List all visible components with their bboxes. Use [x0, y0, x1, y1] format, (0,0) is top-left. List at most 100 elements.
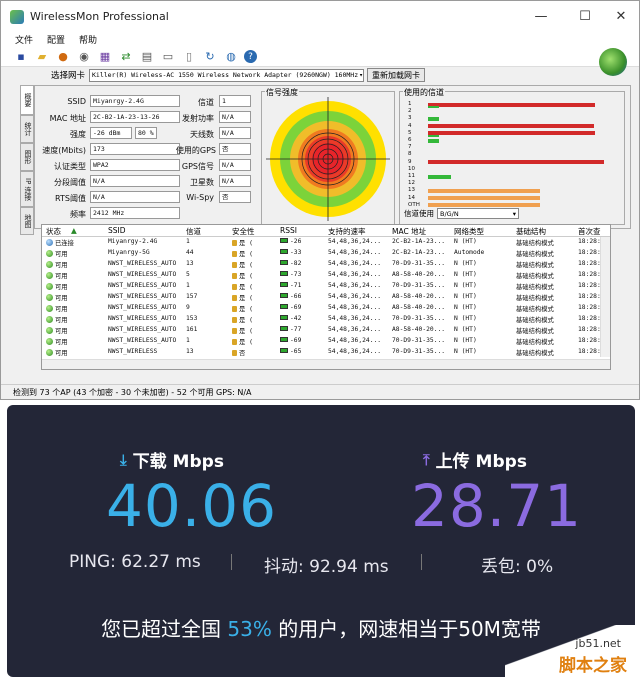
table-cell: -71: [290, 282, 302, 289]
vertical-scrollbar[interactable]: [600, 237, 610, 357]
table-row[interactable]: 可用 NWST_WIRELESS_AUTO 153 是 (-42 54,48,36,24…: [42, 314, 610, 325]
table-cell-wrap: A8-58-40-20...: [392, 326, 452, 333]
channel-bar-green: [428, 116, 439, 121]
connect-icon[interactable]: ⇄: [118, 49, 134, 64]
menu-file[interactable]: 文件: [15, 33, 33, 46]
table-cell: 是 (: [239, 339, 253, 346]
table-cell-wrap: N (HT): [454, 315, 514, 322]
table-cell-wrap: 可用: [46, 315, 106, 324]
channel-use-select[interactable]: B/G/N ▾: [437, 208, 519, 219]
tab-stats[interactable]: 统计: [20, 115, 34, 143]
table-cell: 2C-B2-1A-23...: [392, 238, 446, 245]
table-cell-wrap: N (HT): [454, 271, 514, 278]
table-row[interactable]: 可用 NWST_WIRELESS_AUTO 13 是 (-82 54,48,36,24.…: [42, 259, 610, 270]
close-button[interactable]: ✕: [601, 1, 640, 32]
tab-graph[interactable]: 图形: [20, 143, 34, 171]
status-icon: [46, 305, 53, 312]
lock-icon: [232, 251, 237, 257]
table-cell-wrap: -82: [280, 260, 326, 267]
column-header[interactable]: 信道: [186, 226, 201, 237]
table-cell-wrap: 是 (: [232, 282, 278, 291]
table-cell: 是 (: [239, 295, 253, 302]
table-cell: 1: [186, 282, 190, 289]
maximize-button[interactable]: ☐: [565, 1, 605, 32]
help-icon[interactable]: ?: [244, 50, 257, 63]
column-header[interactable]: 安全性: [232, 226, 255, 237]
table-cell-wrap: N (HT): [454, 260, 514, 267]
strength-label: 强度: [70, 130, 86, 139]
reload-adapter-button[interactable]: 重新加载网卡: [367, 68, 426, 82]
table-cell: 54,48,36,24...: [328, 304, 382, 311]
table-cell-wrap: 可用: [46, 260, 106, 269]
table-header: 状态 ▲ SSID 信道 安全性 RSSI 支持的速率 MAC 地址 网络类型 基础结构 首次查: [42, 225, 610, 237]
table-cell: 70-D9-31-35...: [392, 315, 446, 322]
column-header[interactable]: 基础结构: [516, 226, 546, 237]
column-header[interactable]: 网络类型: [454, 226, 484, 237]
column-header[interactable]: SSID: [108, 226, 126, 235]
channel-use-row: 信道使用 B/G/N ▾: [404, 208, 519, 219]
horizontal-scrollbar[interactable]: [42, 359, 610, 369]
column-header[interactable]: 状态: [46, 226, 61, 237]
stop-icon[interactable]: ◉: [76, 49, 92, 64]
table-cell-wrap: -33: [280, 249, 326, 256]
status-icon: [46, 250, 53, 257]
usegps-value: 否: [219, 143, 251, 155]
minimize-button[interactable]: —: [521, 1, 561, 32]
menu-help[interactable]: 帮助: [79, 33, 97, 46]
column-header[interactable]: RSSI: [280, 226, 297, 235]
table-row[interactable]: 可用 NWST_WIRELESS_AUTO 157 是 (-66 54,48,36,24…: [42, 292, 610, 303]
table-row[interactable]: 可用 NWST_WIRELESS_AUTO 5 是 (-73 54,48,36,24..…: [42, 270, 610, 281]
clipboard-icon[interactable]: ▯: [181, 49, 197, 64]
speedtest-panel: ⤓ 下载 Mbps 40.06 ⤒ 上传 Mbps 28.71 PING: 62…: [7, 405, 635, 677]
table-cell: 可用: [55, 262, 68, 269]
channel-bar-green: [428, 174, 452, 179]
refresh-icon[interactable]: ↻: [202, 49, 218, 64]
table-cell: N (HT): [454, 315, 477, 322]
table-row[interactable]: 可用 Miyanrgy-5G 44 是 (-33 54,48,36,24... 2C-B2…: [42, 248, 610, 259]
tab-summary[interactable]: 概要: [20, 85, 34, 115]
status-bar: 检测到 73 个AP (43 个加密 - 30 个未加密) - 52 个可用 G…: [1, 384, 639, 399]
table-cell: NWST_WIRELESS_AUTO: [108, 326, 177, 333]
table-cell-wrap: 是 (: [232, 304, 278, 313]
adapter-select[interactable]: Killer(R) Wireless-AC 1550 Wireless Netw…: [89, 68, 365, 82]
column-header[interactable]: 首次查: [578, 226, 601, 237]
record-icon[interactable]: ●: [55, 49, 71, 64]
globe-icon[interactable]: ◍: [223, 49, 239, 64]
table-row[interactable]: 可用 NWST_WIRELESS_AUTO 1 是 (-71 54,48,36,24..…: [42, 281, 610, 292]
lock-icon: [232, 306, 237, 312]
table-row[interactable]: 可用 NWST_WIRELESS_AUTO 161 是 (-77 54,48,36,24…: [42, 325, 610, 336]
tab-map[interactable]: 地图: [20, 207, 34, 235]
table-row[interactable]: 可用 NWST_WIRELESS_AUTO 1 是 (-69 54,48,36,24..…: [42, 336, 610, 347]
table-cell: NWST_WIRELESS_AUTO: [108, 260, 177, 267]
table-cell-wrap: 可用: [46, 337, 106, 346]
column-header[interactable]: 支持的速率: [328, 226, 366, 237]
table-row[interactable]: 可用 NWST_WIRELESS 13 否 -65 54,48,36,24... 70-D9…: [42, 347, 610, 358]
print-icon[interactable]: ▤: [139, 49, 155, 64]
table-cell-wrap: 13: [186, 348, 230, 355]
table-cell-wrap: -42: [280, 315, 326, 322]
channel-bar-green: [428, 134, 439, 137]
table-row[interactable]: 可用 NWST_WIRELESS_AUTO 9 是 (-69 54,48,36,24..…: [42, 303, 610, 314]
table-cell: NWST_WIRELESS_AUTO: [108, 304, 177, 311]
table-row[interactable]: 已连接 Miyanrgy-2.4G 1 是 (-26 54,48,36,24... 2C-…: [42, 237, 610, 248]
column-header[interactable]: MAC 地址: [392, 226, 426, 237]
table-cell: 18:28:: [578, 326, 601, 333]
open-folder-icon[interactable]: ▰: [34, 49, 50, 64]
table-cell: 18:28:: [578, 337, 601, 344]
table-cell: 可用: [55, 251, 68, 258]
monitor-icon[interactable]: ▭: [160, 49, 176, 64]
speed-label: 速度(Mbits): [42, 146, 86, 155]
upload-value: 28.71: [411, 472, 583, 540]
menu-config[interactable]: 配置: [47, 33, 65, 46]
sort-arrow-icon: ▲: [71, 226, 77, 235]
table-cell: N (HT): [454, 348, 477, 355]
channel-label: 3: [408, 115, 412, 122]
table-cell: 157: [186, 293, 198, 300]
table-cell: 是 (: [239, 262, 253, 269]
status-icon: [46, 327, 53, 334]
lock-icon: [232, 273, 237, 279]
network-icon[interactable]: ▦: [97, 49, 113, 64]
tab-ip-connection[interactable]: IP 连接: [20, 171, 34, 207]
save-icon[interactable]: ▪: [13, 49, 29, 64]
gps-signal-value: N/A: [219, 159, 251, 171]
